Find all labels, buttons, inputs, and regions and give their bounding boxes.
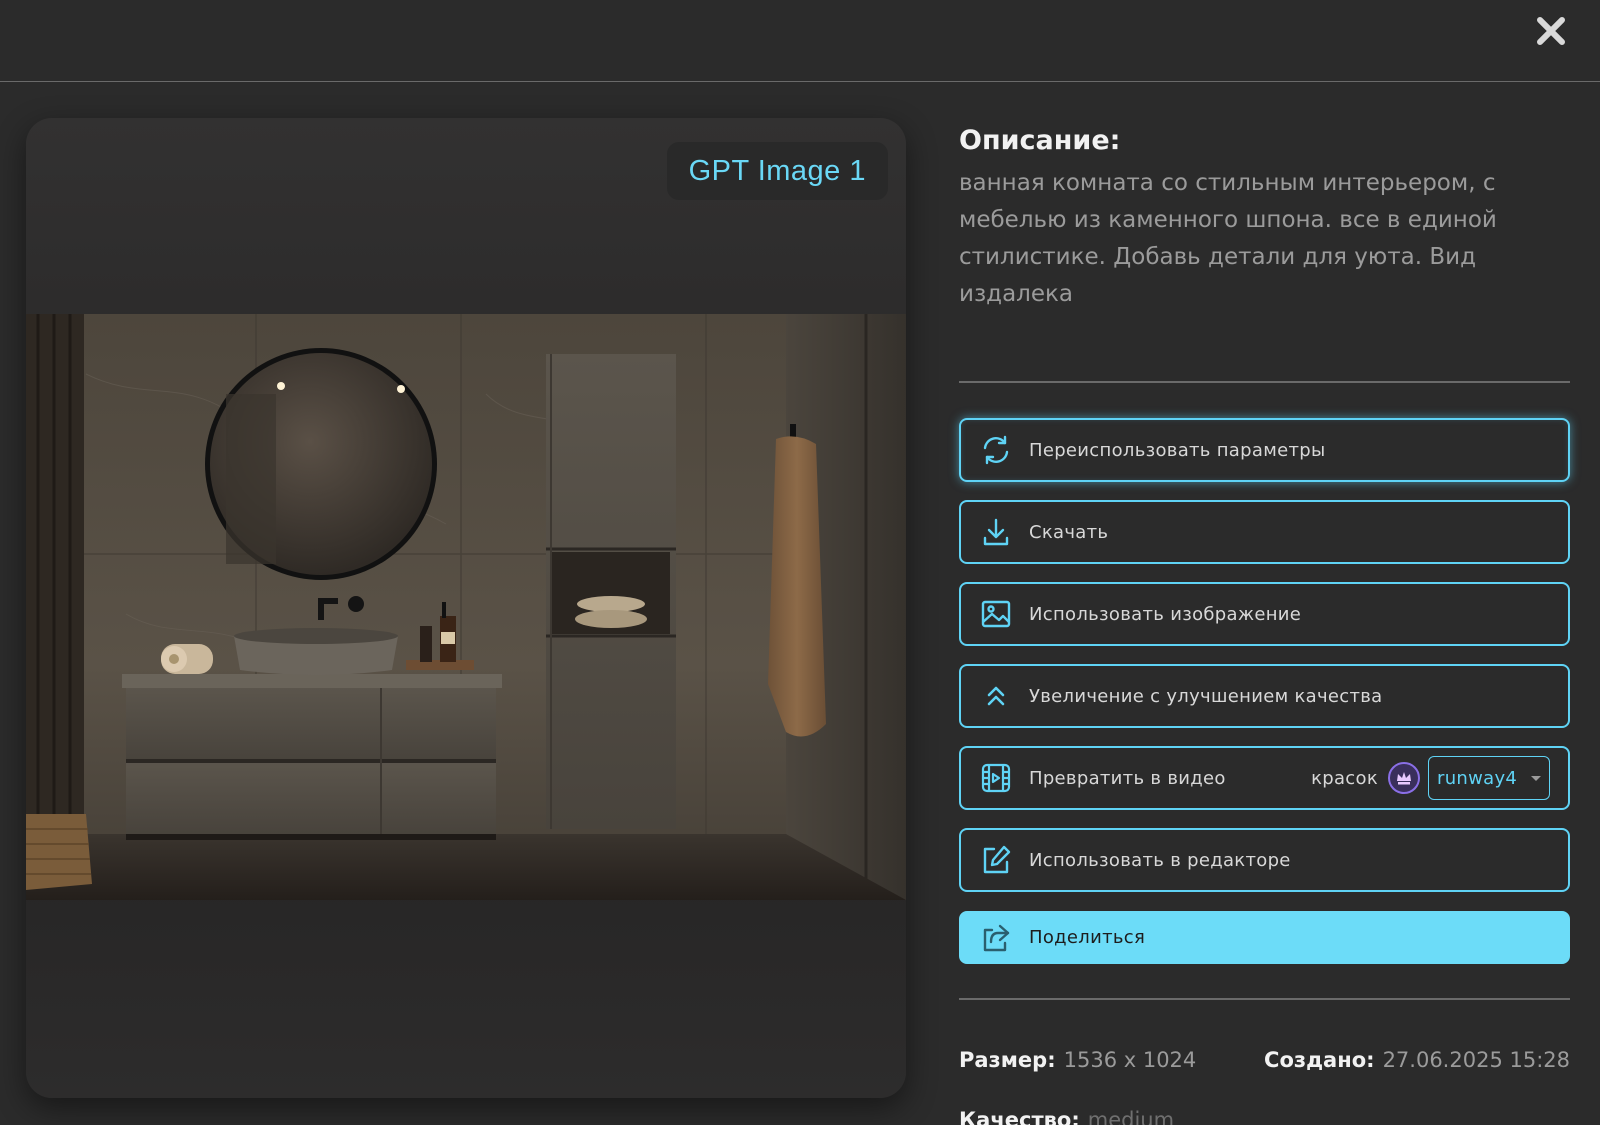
upscale-label: Увеличение с улучшением качества — [1029, 685, 1383, 707]
divider — [959, 381, 1570, 383]
video-model-value: runway4 — [1437, 767, 1518, 789]
to-video-button[interactable]: Превратить в видео красок runway4 — [959, 746, 1570, 810]
image-size: Размер: 1536 x 1024 — [959, 1048, 1196, 1072]
upscale-button[interactable]: Увеличение с улучшением качества — [959, 664, 1570, 728]
share-icon — [979, 921, 1013, 955]
edit-icon — [979, 843, 1013, 877]
use-in-editor-label: Использовать в редакторе — [1029, 849, 1291, 871]
image-preview-panel: GPT Image 1 — [26, 118, 906, 1098]
reuse-params-button[interactable]: Переиспользовать параметры — [959, 418, 1570, 482]
refresh-icon — [979, 433, 1013, 467]
use-image-button[interactable]: Использовать изображение — [959, 582, 1570, 646]
description-heading: Описание: — [959, 125, 1121, 156]
use-in-editor-button[interactable]: Использовать в редакторе — [959, 828, 1570, 892]
quality-value: medium — [1087, 1108, 1175, 1125]
download-icon — [979, 515, 1013, 549]
share-label: Поделиться — [1029, 927, 1146, 948]
reuse-params-label: Переиспользовать параметры — [1029, 439, 1326, 461]
image-icon — [979, 597, 1013, 631]
model-badge: GPT Image 1 — [666, 142, 888, 200]
size-value: 1536 x 1024 — [1063, 1048, 1197, 1072]
download-button[interactable]: Скачать — [959, 500, 1570, 564]
image-quality: Качество: medium — [959, 1108, 1174, 1125]
video-model-select[interactable]: runway4 — [1428, 756, 1550, 800]
chevron-down-icon — [1531, 775, 1541, 781]
description-text: ванная комната со стильным интерьером, с… — [959, 170, 1497, 307]
quality-label: Качество: — [959, 1108, 1080, 1125]
video-options: красок runway4 — [1311, 748, 1550, 808]
created-label: Создано: — [1264, 1048, 1375, 1072]
created-value: 27.06.2025 15:28 — [1382, 1048, 1570, 1072]
download-label: Скачать — [1029, 521, 1109, 543]
to-video-label: Превратить в видео — [1029, 767, 1226, 789]
size-label: Размер: — [959, 1048, 1056, 1072]
video-icon — [979, 761, 1013, 795]
chevrons-up-icon — [979, 679, 1013, 713]
share-button[interactable]: Поделиться — [959, 911, 1570, 964]
use-image-label: Использовать изображение — [1029, 603, 1302, 625]
crown-coin-icon — [1388, 762, 1420, 794]
created-date: Создано: 27.06.2025 15:28 — [1264, 1048, 1570, 1072]
generated-image[interactable] — [26, 314, 906, 900]
details-panel: Описание: ванная комната со стильным инт… — [959, 0, 1570, 1125]
paint-label: красок — [1311, 767, 1378, 789]
divider — [959, 998, 1570, 1000]
